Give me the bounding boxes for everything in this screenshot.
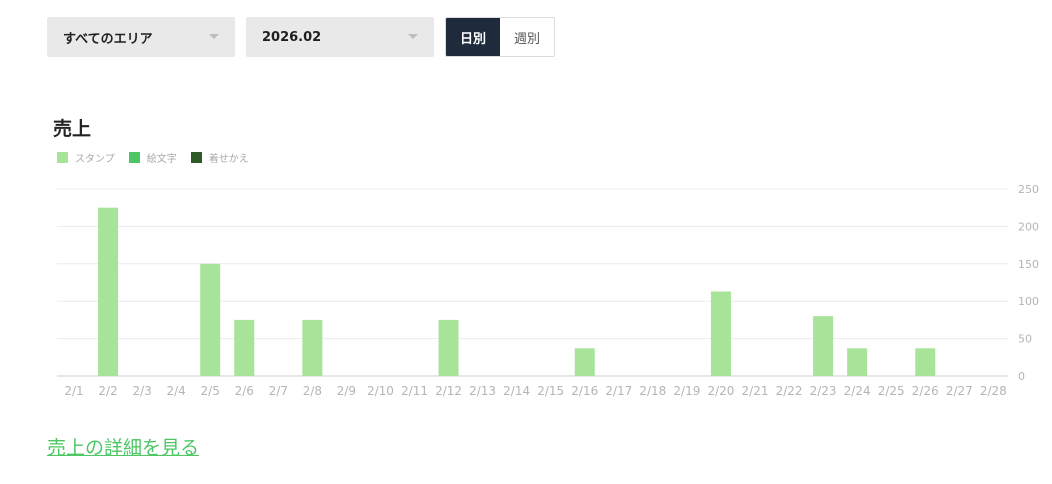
- filter-toolbar: すべてのエリア 2026.02 日別 週別: [47, 17, 555, 57]
- bar-stamp: [710, 291, 731, 376]
- y-tick-label: 50: [1018, 333, 1032, 346]
- x-tick-label: 2/10: [367, 384, 394, 398]
- x-tick-label: 2/14: [503, 384, 530, 398]
- x-tick-label: 2/18: [639, 384, 666, 398]
- x-tick-label: 2/24: [844, 384, 871, 398]
- month-select[interactable]: 2026.02: [246, 17, 434, 57]
- x-tick-label: 2/2: [98, 384, 117, 398]
- x-tick-label: 2/20: [707, 384, 734, 398]
- legend-item-theme[interactable]: 着せかえ: [190, 150, 249, 165]
- bar-stamp: [234, 319, 255, 376]
- x-tick-label: 2/3: [132, 384, 151, 398]
- bar-stamp: [574, 348, 595, 376]
- bar-stamp: [98, 207, 119, 376]
- x-tick-label: 2/1: [64, 384, 83, 398]
- area-select-label: すべてのエリア: [63, 31, 153, 47]
- chevron-down-icon: [408, 34, 418, 39]
- bar-stamp: [847, 348, 868, 376]
- x-tick-label: 2/19: [673, 384, 700, 398]
- x-tick-label: 2/25: [878, 384, 905, 398]
- x-tick-label: 2/15: [537, 384, 564, 398]
- bar-stamp: [438, 319, 459, 376]
- x-tick-label: 2/6: [235, 384, 254, 398]
- x-tick-label: 2/28: [980, 384, 1007, 398]
- sales-section-title: 売上: [53, 118, 92, 140]
- month-select-label: 2026.02: [262, 29, 322, 45]
- bar-stamp: [200, 263, 221, 376]
- legend-label-stamp: スタンプ: [75, 154, 115, 165]
- y-tick-label: 100: [1018, 295, 1039, 308]
- chevron-down-icon: [209, 34, 219, 39]
- y-tick-label: 0: [1018, 370, 1025, 383]
- bar-stamp: [813, 316, 834, 376]
- sales-detail-link[interactable]: 売上の詳細を見る: [47, 433, 199, 460]
- x-tick-label: 2/13: [469, 384, 496, 398]
- x-tick-label: 2/12: [435, 384, 462, 398]
- legend-item-stamp[interactable]: スタンプ: [57, 150, 115, 165]
- sales-bar-chart: 0 50 100 150 200 250 2/1 2/2 2/3 2/4 2/5 2/6 2/7 2/8 2…: [57, 183, 1039, 398]
- x-tick-label: 2/27: [946, 384, 973, 398]
- area-select[interactable]: すべてのエリア: [47, 17, 235, 57]
- period-toggle: 日別 週別: [445, 17, 555, 57]
- legend-label-emoji: 絵文字: [146, 154, 177, 165]
- legend-label-theme: 着せかえ: [208, 154, 249, 165]
- x-tick-label: 2/7: [269, 384, 288, 398]
- y-tick-label: 250: [1018, 183, 1039, 196]
- x-tick-label: 2/22: [776, 384, 803, 398]
- x-tick-label: 2/9: [337, 384, 356, 398]
- daily-toggle-button[interactable]: 日別: [446, 18, 500, 56]
- weekly-toggle-button[interactable]: 週別: [500, 18, 554, 56]
- bar-stamp: [302, 319, 323, 376]
- x-tick-label: 2/17: [605, 384, 632, 398]
- legend-swatch-stamp: [57, 152, 68, 163]
- bar-stamp: [915, 348, 936, 376]
- x-tick-label: 2/11: [401, 384, 428, 398]
- x-tick-label: 2/26: [912, 384, 939, 398]
- x-tick-label: 2/5: [201, 384, 220, 398]
- y-tick-label: 200: [1018, 220, 1039, 233]
- legend-swatch-emoji: [128, 152, 140, 163]
- legend-swatch-theme: [190, 152, 202, 163]
- chart-legend: スタンプ 絵文字 着せかえ: [57, 150, 263, 165]
- x-tick-label: 2/16: [571, 384, 598, 398]
- x-tick-label: 2/4: [166, 384, 185, 398]
- x-tick-label: 2/21: [742, 384, 769, 398]
- x-tick-label: 2/8: [303, 384, 322, 398]
- y-tick-label: 150: [1018, 258, 1039, 271]
- legend-item-emoji[interactable]: 絵文字: [128, 150, 177, 165]
- x-tick-label: 2/23: [810, 384, 837, 398]
